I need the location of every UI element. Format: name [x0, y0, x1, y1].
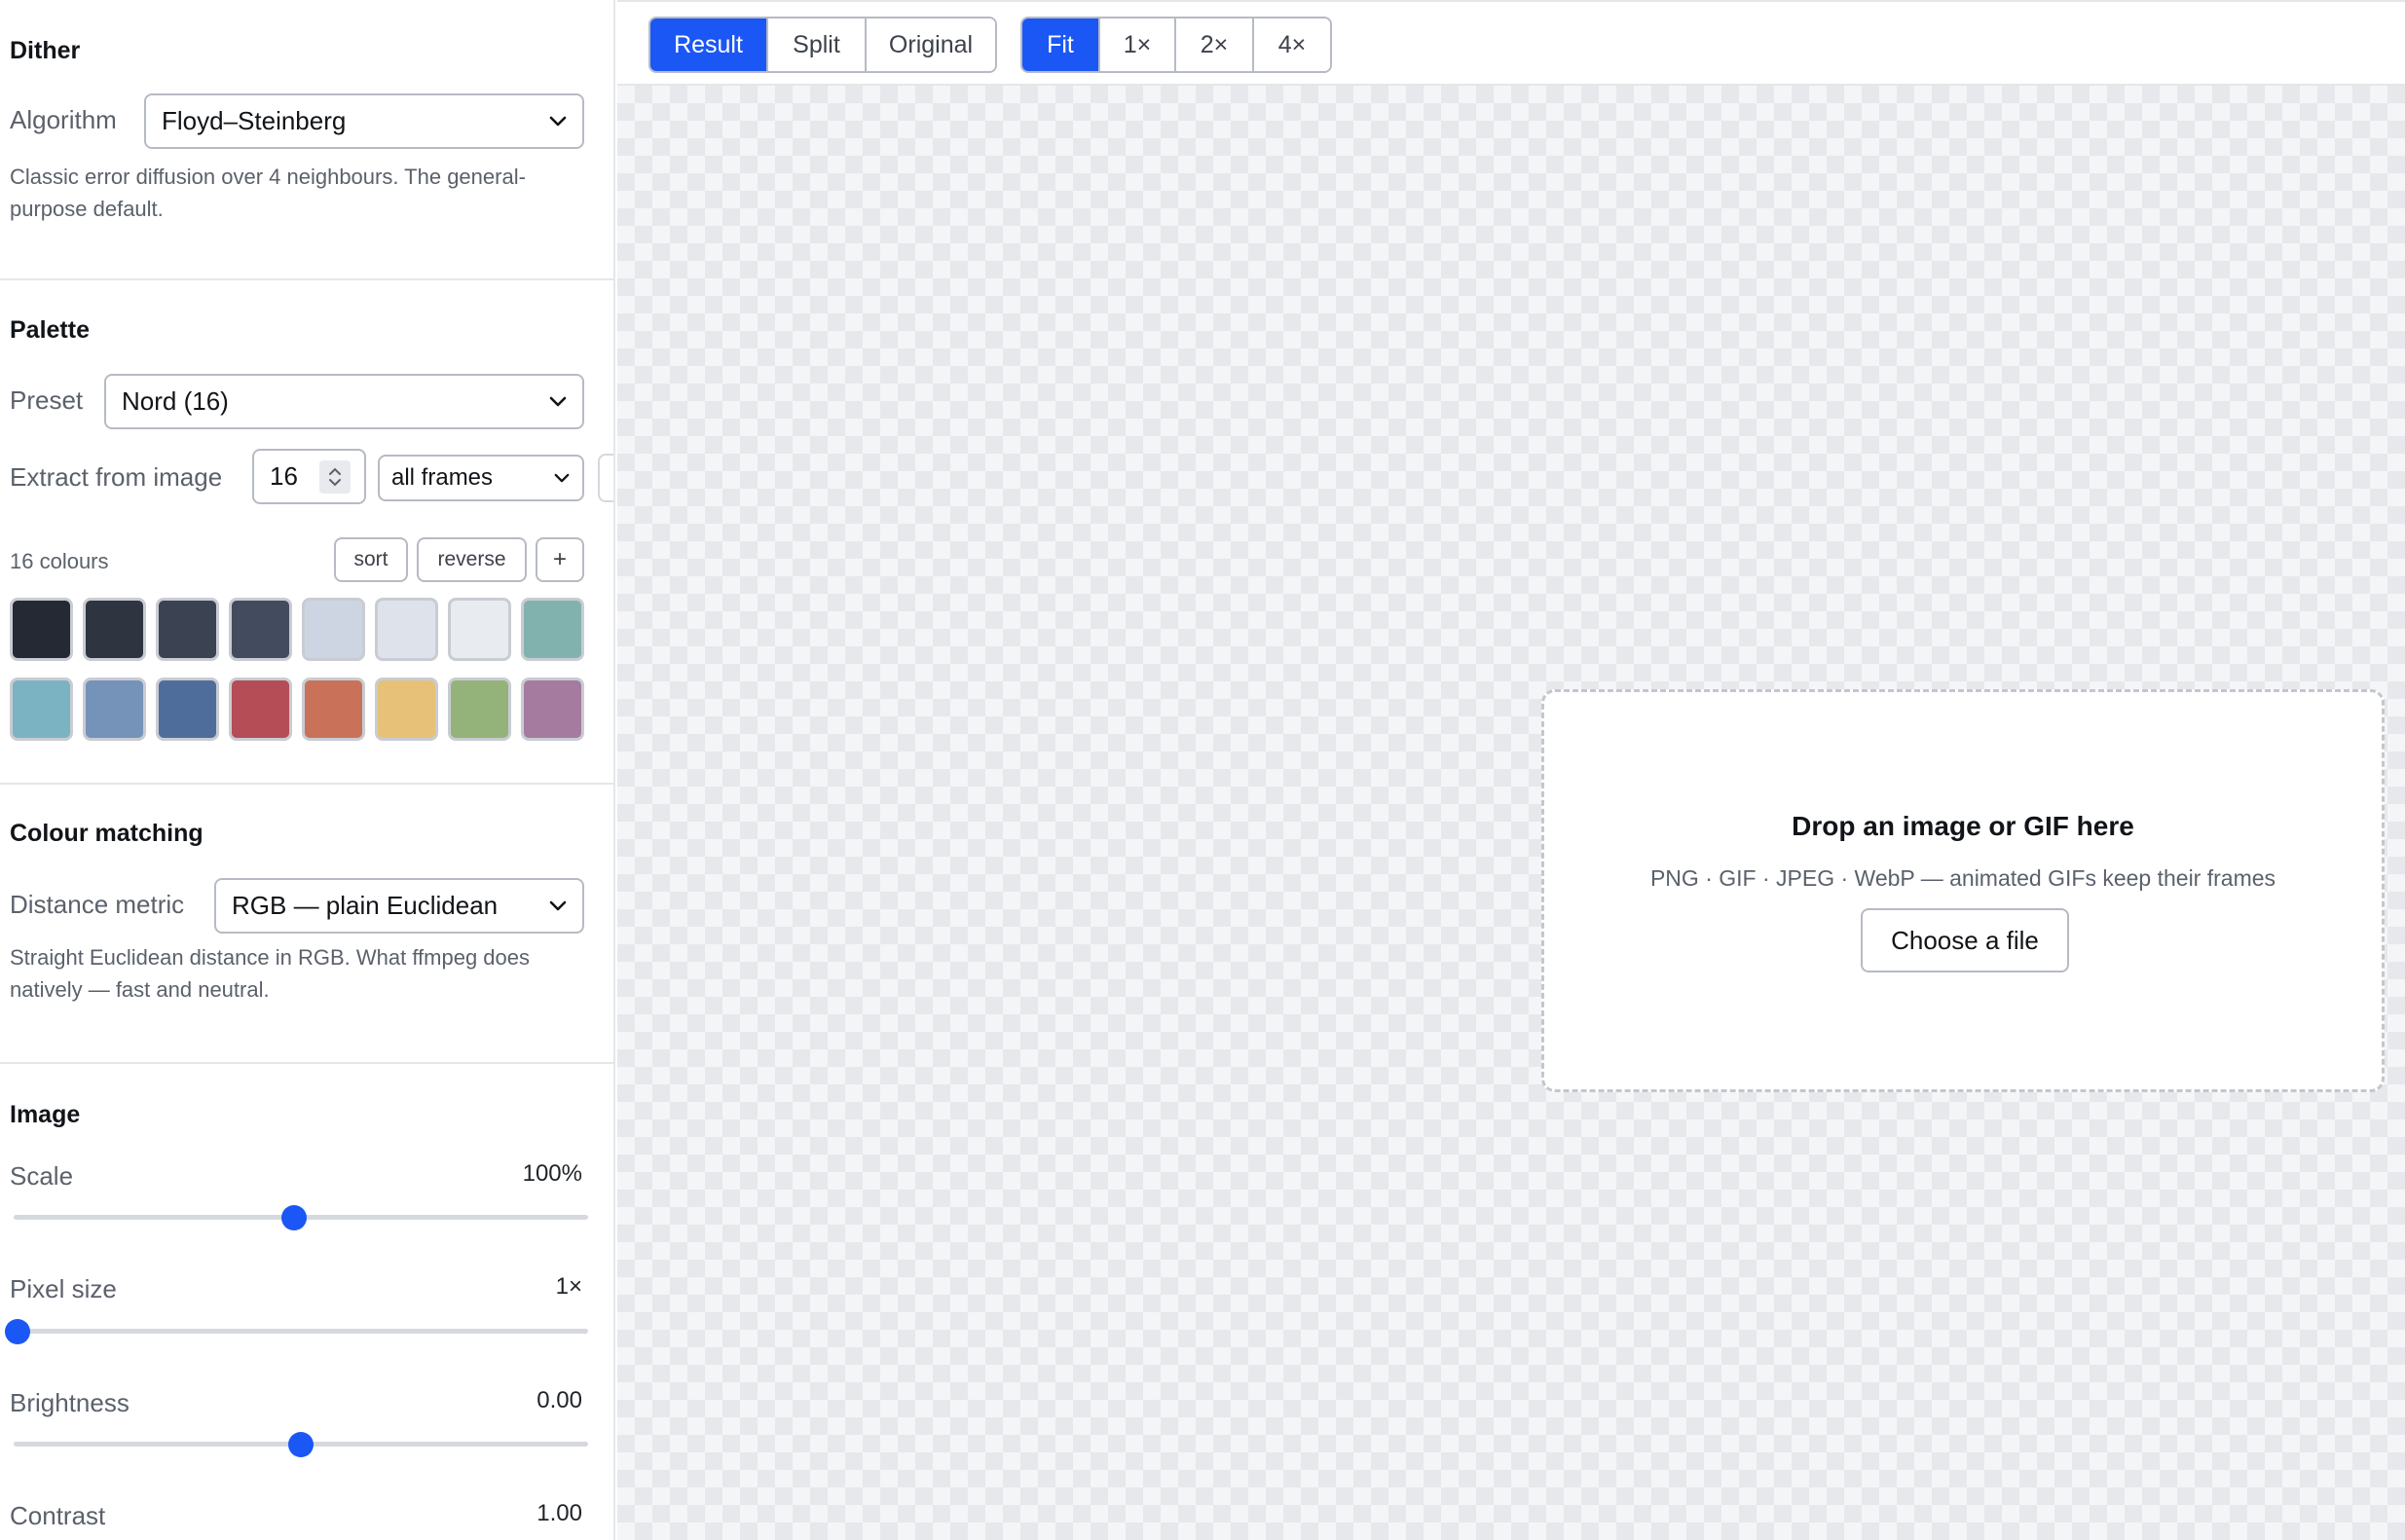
- palette-swatch[interactable]: [521, 598, 584, 661]
- pixel-size-label: Pixel size: [10, 1274, 117, 1303]
- view-toolbar: Result Split Original Fit 1× 2× 4×: [617, 0, 2405, 86]
- preset-value: Nord (16): [122, 386, 229, 416]
- image-dropzone[interactable]: Drop an image or GIF here PNG · GIF · JP…: [1541, 689, 2385, 1092]
- palette-swatch[interactable]: [10, 678, 73, 741]
- palette-swatch[interactable]: [448, 598, 511, 661]
- distance-metric-description: Straight Euclidean distance in RGB. What…: [10, 945, 530, 1002]
- chevron-down-icon: [547, 111, 569, 132]
- palette-heading: Palette: [10, 316, 90, 344]
- distance-metric-label: Distance metric: [10, 890, 185, 919]
- dither-section: Dither Algorithm Floyd–Steinberg Classic…: [0, 0, 613, 280]
- zoom-fit-button[interactable]: Fit: [1022, 18, 1098, 71]
- palette-swatch[interactable]: [83, 678, 146, 741]
- extract-frames-value: all frames: [391, 464, 494, 491]
- palette-swatch[interactable]: [10, 598, 73, 661]
- zoom-4x-button[interactable]: 4×: [1252, 18, 1330, 71]
- view-mode-toggle: Result Split Original: [648, 17, 997, 73]
- pixel-size-value: 1×: [555, 1273, 582, 1300]
- zoom-1x-button[interactable]: 1×: [1098, 18, 1174, 71]
- dropzone-subtitle: PNG · GIF · JPEG · WebP — animated GIFs …: [1649, 865, 2276, 891]
- palette-swatch[interactable]: [302, 678, 365, 741]
- dither-heading: Dither: [10, 37, 81, 64]
- choose-file-button[interactable]: Choose a file: [1861, 908, 2069, 972]
- stepper-icon[interactable]: [319, 460, 351, 494]
- algorithm-label: Algorithm: [10, 105, 117, 134]
- palette-swatch[interactable]: [521, 678, 584, 741]
- settings-sidebar: Dither Algorithm Floyd–Steinberg Classic…: [0, 0, 615, 1540]
- palette-swatch[interactable]: [83, 598, 146, 661]
- palette-swatch[interactable]: [448, 678, 511, 741]
- distance-metric-select[interactable]: RGB — plain Euclidean: [214, 878, 584, 934]
- chevron-down-icon: [547, 896, 569, 917]
- palette-swatch[interactable]: [229, 598, 292, 661]
- preview-area: Result Split Original Fit 1× 2× 4× Drop …: [617, 0, 2405, 1540]
- extract-count-input[interactable]: 16: [252, 449, 366, 504]
- preset-label: Preset: [10, 385, 84, 415]
- pixel-size-thumb[interactable]: [5, 1319, 30, 1344]
- scale-slider[interactable]: [14, 1202, 588, 1231]
- brightness-value: 0.00: [536, 1387, 582, 1413]
- preview-canvas[interactable]: Drop an image or GIF here PNG · GIF · JP…: [617, 86, 2405, 1540]
- preset-select[interactable]: Nord (16): [104, 374, 584, 429]
- contrast-value: 1.00: [536, 1500, 582, 1526]
- dropzone-title: Drop an image or GIF here: [1792, 811, 2134, 841]
- colour-count: 16 colours: [10, 549, 109, 573]
- extract-count-value: 16: [270, 461, 298, 491]
- chevron-down-icon: [551, 467, 573, 489]
- pixel-size-track: [14, 1329, 588, 1334]
- colour-matching-section: Colour matching Distance metric RGB — pl…: [0, 785, 613, 1064]
- extract-button[interactable]: [598, 454, 613, 502]
- distance-metric-value: RGB — plain Euclidean: [232, 891, 499, 920]
- image-heading: Image: [10, 1101, 81, 1128]
- palette-swatch[interactable]: [156, 678, 219, 741]
- view-original-button[interactable]: Original: [865, 18, 995, 71]
- palette-swatch[interactable]: [375, 598, 438, 661]
- algorithm-value: Floyd–Steinberg: [162, 106, 347, 135]
- brightness-label: Brightness: [10, 1388, 130, 1417]
- chevron-down-icon: [547, 391, 569, 413]
- contrast-label: Contrast: [10, 1501, 106, 1530]
- brightness-slider[interactable]: [14, 1429, 588, 1458]
- pixel-size-slider[interactable]: [5, 1316, 588, 1345]
- add-colour-button[interactable]: +: [536, 537, 584, 582]
- sort-button[interactable]: sort: [334, 537, 408, 582]
- colour-matching-heading: Colour matching: [10, 820, 204, 847]
- palette-swatch[interactable]: [156, 598, 219, 661]
- extract-frames-select[interactable]: all frames: [378, 455, 584, 501]
- extract-label: Extract from image: [10, 462, 223, 492]
- brightness-thumb[interactable]: [288, 1432, 314, 1457]
- algorithm-description: Classic error diffusion over 4 neighbour…: [10, 165, 526, 221]
- scale-value: 100%: [522, 1160, 582, 1187]
- reverse-button[interactable]: reverse: [417, 537, 527, 582]
- palette-swatch[interactable]: [229, 678, 292, 741]
- zoom-2x-button[interactable]: 2×: [1174, 18, 1252, 71]
- palette-swatch[interactable]: [375, 678, 438, 741]
- scale-label: Scale: [10, 1161, 74, 1191]
- zoom-toggle: Fit 1× 2× 4×: [1020, 17, 1332, 73]
- algorithm-select[interactable]: Floyd–Steinberg: [144, 93, 584, 149]
- scale-thumb[interactable]: [281, 1205, 308, 1230]
- view-split-button[interactable]: Split: [766, 18, 865, 71]
- palette-swatch[interactable]: [302, 598, 365, 661]
- view-result-button[interactable]: Result: [650, 18, 766, 71]
- palette-swatches: [10, 598, 586, 741]
